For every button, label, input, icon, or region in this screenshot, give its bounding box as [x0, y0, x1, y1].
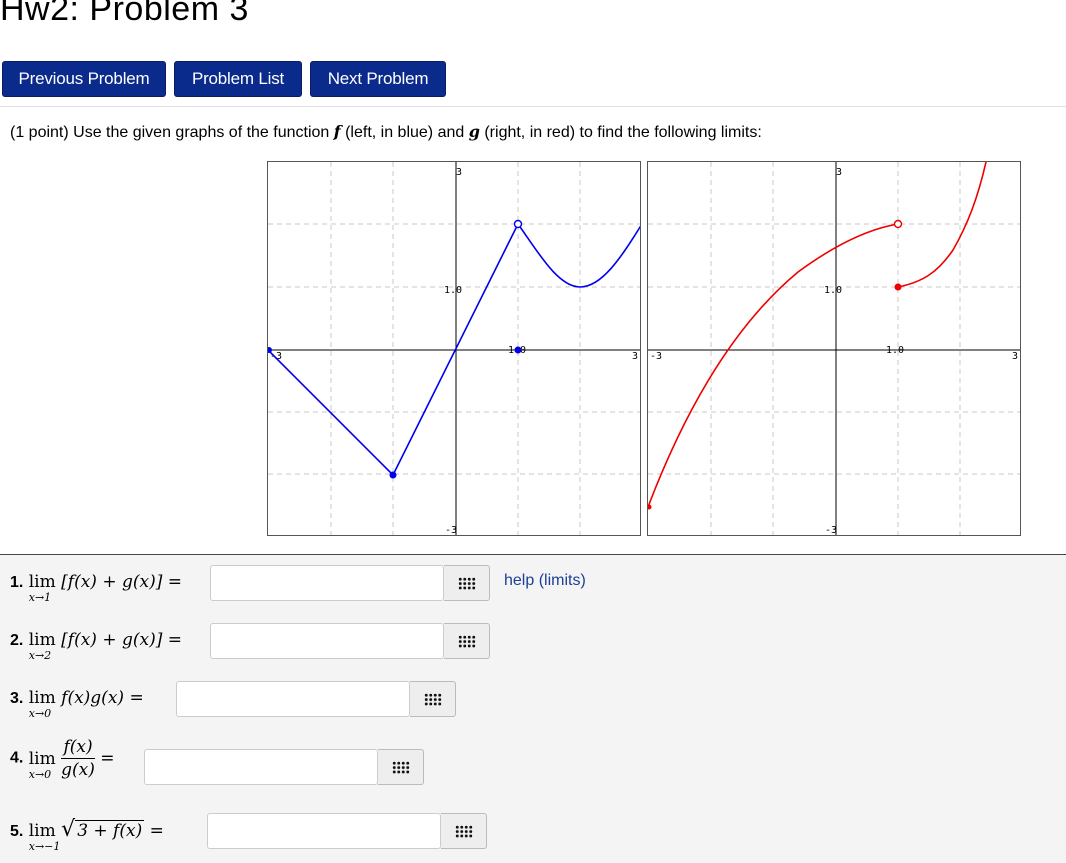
page-title: Hw2: Problem 3 — [0, 0, 249, 28]
g-open-point — [893, 219, 903, 229]
answer-input-2[interactable] — [210, 623, 444, 659]
graph-g-svg: 3 -3 -3 3 1.0 1.0 — [648, 162, 1020, 536]
lim-word: lim — [28, 630, 56, 650]
answer-input-3[interactable] — [176, 681, 410, 717]
question-number: 5. — [10, 823, 24, 840]
previous-problem-button[interactable]: Previous Problem — [2, 61, 166, 97]
matrix-grid-icon — [423, 692, 442, 706]
equation-editor-button-4[interactable] — [378, 749, 424, 785]
lim-word: lim — [28, 748, 56, 769]
lim-word: lim — [28, 572, 56, 592]
g-curve-left — [648, 223, 899, 508]
f-yone-label: 1.0 — [444, 285, 462, 296]
help-limits-link[interactable]: help (limits) — [504, 572, 586, 590]
lim-word: lim — [28, 821, 56, 841]
lim-word: lim — [28, 688, 56, 708]
f-ymin-label: -3 — [445, 525, 457, 536]
graph-f-svg: 3 -3 -3 3 1.0 1.0 — [268, 162, 640, 536]
f-open-point-peak — [513, 219, 523, 229]
question-number: 4. — [10, 749, 24, 767]
f-closed-point-at-1 — [514, 346, 522, 354]
equals-sign: = — [149, 821, 164, 841]
f-symbol: f — [333, 122, 341, 141]
f-ymax-label: 3 — [456, 167, 462, 178]
equation-editor-button-5[interactable] — [441, 813, 487, 849]
limit-body: f(x)g(x) = — [61, 688, 144, 708]
f-closed-point-min — [389, 471, 397, 479]
equation-editor-button-3[interactable] — [410, 681, 456, 717]
g-xone-label: 1.0 — [886, 345, 904, 356]
equation-editor-button-1[interactable] — [444, 565, 490, 601]
equals-sign: = — [100, 748, 115, 769]
questions-area: 1. lim x→1 [f(x) + g(x)] = 2. lim x→2 [f(x… — [0, 554, 1066, 863]
g-yone-label: 1.0 — [824, 285, 842, 296]
graph-g: 3 -3 -3 3 1.0 1.0 — [647, 161, 1021, 536]
matrix-grid-icon — [457, 634, 476, 648]
g-xmax-label: 3 — [1012, 351, 1018, 362]
limit-subscript: x→0 — [28, 707, 52, 720]
f-xmax-label: 3 — [632, 351, 638, 362]
limit-subscript: x→2 — [28, 649, 52, 662]
question-number: 3. — [10, 690, 24, 707]
limit-subscript: x→1 — [28, 591, 52, 604]
radicand: 3 + f(x) — [77, 821, 143, 841]
limit-subscript: x→−1 — [28, 840, 61, 853]
fraction-bar — [61, 758, 95, 759]
question-number: 1. — [10, 574, 24, 591]
limit-body: [f(x) + g(x)] = — [61, 572, 182, 592]
problem-statement: (1 point) Use the given graphs of the fu… — [10, 122, 762, 141]
fraction-numerator: f(x) — [63, 737, 93, 757]
matrix-grid-icon — [457, 576, 476, 590]
g-ymin-label: -3 — [825, 525, 837, 536]
answer-input-4[interactable] — [144, 749, 378, 785]
graph-f: 3 -3 -3 3 1.0 1.0 — [267, 161, 641, 536]
g-xmin-label: -3 — [650, 351, 662, 362]
limit-fraction: f(x) g(x) — [61, 737, 95, 780]
g-closed-point-left — [648, 504, 652, 510]
g-ymax-label: 3 — [836, 167, 842, 178]
g-closed-point — [894, 283, 902, 291]
sqrt-icon: √ — [61, 817, 76, 842]
limit-body: [f(x) + g(x)] = — [61, 630, 182, 650]
answer-input-5[interactable] — [207, 813, 441, 849]
header-divider — [0, 106, 1066, 107]
limit-subscript: x→0 — [28, 767, 52, 781]
question-number: 2. — [10, 632, 24, 649]
equation-editor-button-2[interactable] — [444, 623, 490, 659]
matrix-grid-icon — [454, 824, 473, 838]
f-xmin-label: -3 — [270, 351, 282, 362]
problem-list-button[interactable]: Problem List — [174, 61, 302, 97]
g-symbol: g — [468, 122, 480, 141]
answer-input-1[interactable] — [210, 565, 444, 601]
next-problem-button[interactable]: Next Problem — [310, 61, 446, 97]
matrix-grid-icon — [391, 760, 410, 774]
fraction-denominator: g(x) — [61, 760, 95, 780]
